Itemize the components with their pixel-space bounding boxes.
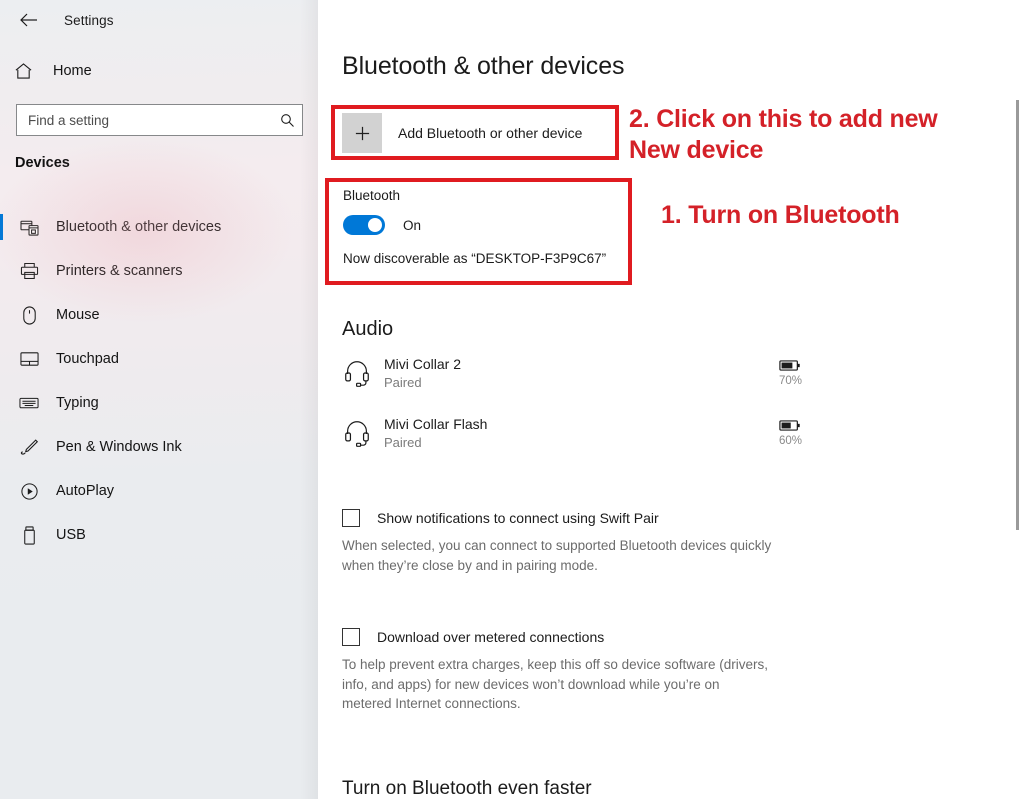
sidebar-item-label: USB bbox=[56, 527, 86, 543]
mouse-icon bbox=[16, 305, 42, 325]
back-arrow-icon[interactable] bbox=[8, 5, 48, 35]
sidebar-item-label: Touchpad bbox=[56, 351, 119, 367]
pen-icon bbox=[16, 438, 42, 457]
toggle-knob bbox=[368, 218, 382, 232]
sidebar-item-home[interactable]: Home bbox=[0, 56, 318, 86]
sidebar-item-label: AutoPlay bbox=[56, 483, 115, 499]
scrollbar-thumb[interactable] bbox=[1016, 100, 1019, 530]
sidebar-nav-list: Bluetooth & other devices Printers & sca… bbox=[0, 205, 318, 557]
battery-percentage: 70% bbox=[778, 375, 802, 387]
headset-icon bbox=[342, 418, 384, 448]
annotation-text-add-device: 2. Click on this to add new New device bbox=[629, 105, 938, 164]
bluetooth-toggle-state: On bbox=[403, 217, 422, 233]
bluetooth-heading: Bluetooth bbox=[343, 188, 401, 203]
bluetooth-toggle-switch[interactable] bbox=[343, 215, 385, 235]
usb-icon bbox=[16, 525, 42, 545]
bluetooth-toggle-block: Bluetooth On Now discoverable as “DESKTO… bbox=[343, 188, 606, 266]
device-row[interactable]: Mivi Collar Flash Paired 60% bbox=[342, 405, 802, 461]
metered-connections-option-group: Download over metered connections To hel… bbox=[342, 628, 812, 714]
device-info: Mivi Collar 2 Paired bbox=[384, 355, 461, 391]
annotation-text-turn-on-bluetooth: 1. Turn on Bluetooth bbox=[661, 201, 900, 229]
add-bluetooth-device-button[interactable]: Add Bluetooth or other device bbox=[342, 108, 582, 158]
swift-pair-option-group: Show notifications to connect using Swif… bbox=[342, 509, 812, 575]
battery-indicator: 70% bbox=[779, 359, 802, 387]
scrollbar-track[interactable] bbox=[1012, 0, 1024, 799]
search-input[interactable] bbox=[17, 112, 272, 128]
window-title: Settings bbox=[64, 12, 114, 28]
option-description: To help prevent extra charges, keep this… bbox=[342, 657, 768, 712]
sidebar-item-mouse[interactable]: Mouse bbox=[0, 293, 318, 337]
settings-window: Settings Home Devices bbox=[0, 0, 1024, 799]
sidebar-item-label: Printers & scanners bbox=[56, 263, 183, 279]
audio-section-title: Audio bbox=[342, 318, 394, 340]
printer-icon bbox=[16, 262, 42, 280]
sidebar-home-label: Home bbox=[53, 63, 92, 79]
home-icon bbox=[14, 62, 44, 80]
option-label: Show notifications to connect using Swif… bbox=[377, 510, 659, 526]
option-description: When selected, you can connect to suppor… bbox=[342, 538, 772, 573]
sidebar-item-bluetooth-other-devices[interactable]: Bluetooth & other devices bbox=[0, 205, 318, 249]
swift-pair-checkbox-row[interactable]: Show notifications to connect using Swif… bbox=[342, 509, 812, 527]
device-name: Mivi Collar Flash bbox=[384, 415, 488, 432]
battery-percentage: 60% bbox=[778, 435, 802, 447]
device-info: Mivi Collar Flash Paired bbox=[384, 415, 487, 451]
option-label: Download over metered connections bbox=[377, 629, 605, 645]
sidebar-item-pen-windows-ink[interactable]: Pen & Windows Ink bbox=[0, 425, 318, 469]
sidebar-group-title: Devices bbox=[15, 155, 70, 171]
search-box[interactable] bbox=[16, 104, 303, 136]
metered-checkbox-row[interactable]: Download over metered connections bbox=[342, 628, 812, 646]
device-status: Paired bbox=[384, 434, 422, 450]
device-status: Paired bbox=[384, 374, 422, 390]
bottom-section-heading: Turn on Bluetooth even faster bbox=[342, 778, 592, 799]
sidebar-item-label: Mouse bbox=[56, 307, 100, 323]
bluetooth-devices-icon bbox=[16, 219, 42, 236]
sidebar-item-usb[interactable]: USB bbox=[0, 513, 318, 557]
sidebar-item-printers-scanners[interactable]: Printers & scanners bbox=[0, 249, 318, 293]
audio-section: Audio Mivi Collar 2 Paired 70% Mivi Coll… bbox=[342, 318, 802, 461]
sidebar-item-label: Typing bbox=[56, 395, 99, 411]
sidebar-item-label: Pen & Windows Ink bbox=[56, 439, 182, 455]
page-title: Bluetooth & other devices bbox=[342, 52, 625, 80]
sidebar: Settings Home Devices bbox=[0, 0, 318, 799]
plus-icon bbox=[342, 113, 382, 153]
checkbox[interactable] bbox=[342, 628, 360, 646]
device-row[interactable]: Mivi Collar 2 Paired 70% bbox=[342, 345, 802, 401]
sidebar-item-autoplay[interactable]: AutoPlay bbox=[0, 469, 318, 513]
device-name: Mivi Collar 2 bbox=[384, 355, 462, 372]
bluetooth-discoverable-text: Now discoverable as “DESKTOP-F3P9C67” bbox=[343, 251, 607, 266]
autoplay-icon bbox=[16, 482, 42, 501]
sidebar-item-typing[interactable]: Typing bbox=[0, 381, 318, 425]
window-titlebar: Settings bbox=[0, 0, 318, 40]
bluetooth-toggle-row: On bbox=[343, 215, 606, 235]
battery-indicator: 60% bbox=[779, 419, 802, 447]
sidebar-item-touchpad[interactable]: Touchpad bbox=[0, 337, 318, 381]
headset-icon bbox=[342, 358, 384, 388]
sidebar-item-label: Bluetooth & other devices bbox=[56, 219, 222, 235]
touchpad-icon bbox=[16, 351, 42, 367]
search-icon[interactable] bbox=[272, 113, 302, 128]
checkbox[interactable] bbox=[342, 509, 360, 527]
keyboard-icon bbox=[16, 396, 42, 410]
add-device-label: Add Bluetooth or other device bbox=[398, 125, 583, 141]
